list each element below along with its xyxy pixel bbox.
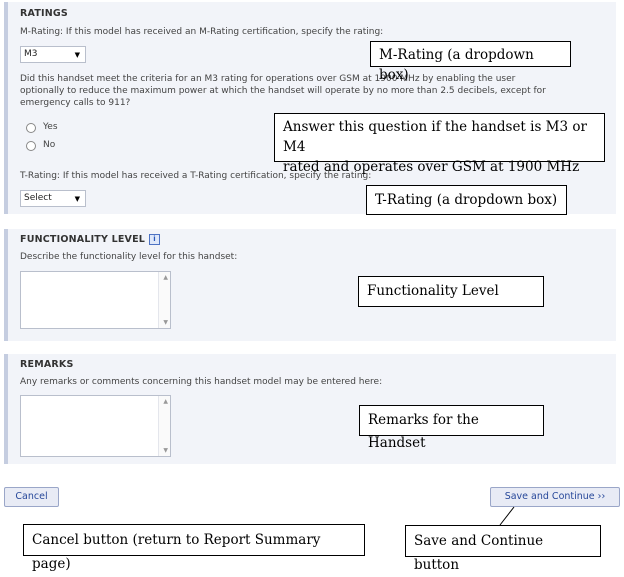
callout-gsm-line2: rated and operates over GSM at 1900 MHz bbox=[283, 159, 580, 175]
t-rating-dropdown[interactable]: Select ▼ bbox=[20, 190, 86, 207]
functionality-title: FUNCTIONALITY LEVEL i bbox=[20, 234, 161, 245]
callout-functionality: Functionality Level bbox=[358, 276, 544, 307]
callout-gsm-question: Answer this question if the handset is M… bbox=[274, 113, 605, 175]
callout-m-rating: M-Rating (a dropdown box) bbox=[370, 41, 571, 83]
callout-t-rating: T-Rating (a dropdown box) bbox=[366, 185, 567, 215]
radio-no-label: No bbox=[43, 140, 56, 150]
ratings-title: RATINGS bbox=[20, 8, 68, 19]
radio-yes[interactable] bbox=[26, 123, 36, 133]
callout-remarks: Remarks for the Handset bbox=[359, 405, 544, 451]
m-rating-dropdown[interactable]: M3 ▼ bbox=[20, 46, 86, 63]
save-and-continue-button[interactable]: Save and Continue ›› bbox=[490, 487, 620, 507]
ratings-panel: RATINGS M-Rating: If this model has rece… bbox=[4, 2, 616, 214]
textarea-scrollbar[interactable]: ▲ ▼ bbox=[158, 396, 170, 456]
chevron-down-icon: ▼ bbox=[74, 51, 80, 59]
radio-yes-label: Yes bbox=[43, 122, 58, 132]
radio-no[interactable] bbox=[26, 141, 36, 151]
callout-gsm-line1: Answer this question if the handset is M… bbox=[283, 119, 587, 155]
scroll-down-icon[interactable]: ▼ bbox=[163, 319, 168, 326]
scroll-down-icon[interactable]: ▼ bbox=[163, 447, 168, 454]
textarea-scrollbar[interactable]: ▲ ▼ bbox=[158, 272, 170, 328]
t-rating-value: Select bbox=[24, 193, 52, 203]
info-icon[interactable]: i bbox=[149, 234, 161, 245]
remarks-prompt: Any remarks or comments concerning this … bbox=[20, 377, 383, 387]
functionality-title-text: FUNCTIONALITY LEVEL bbox=[20, 234, 146, 245]
functionality-prompt: Describe the functionality level for thi… bbox=[20, 252, 238, 262]
chevron-down-icon: ▼ bbox=[74, 195, 80, 203]
scroll-up-icon[interactable]: ▲ bbox=[163, 274, 168, 281]
remarks-textarea[interactable]: ▲ ▼ bbox=[20, 395, 171, 457]
callout-cancel: Cancel button (return to Report Summary … bbox=[23, 524, 365, 572]
callout-save: Save and Continue button bbox=[405, 525, 601, 573]
gsm-question-line2: optionally to reduce the maximum power a… bbox=[20, 86, 546, 96]
remarks-title: REMARKS bbox=[20, 359, 74, 370]
gsm-question-line3: emergency calls to 911? bbox=[20, 98, 131, 108]
m-rating-prompt: M-Rating: If this model has received an … bbox=[20, 27, 384, 37]
scroll-up-icon[interactable]: ▲ bbox=[163, 398, 168, 405]
cancel-button[interactable]: Cancel bbox=[4, 487, 59, 507]
gsm-question-line1: Did this handset meet the criteria for a… bbox=[20, 74, 516, 84]
m-rating-value: M3 bbox=[24, 49, 38, 59]
functionality-textarea[interactable]: ▲ ▼ bbox=[20, 271, 171, 329]
